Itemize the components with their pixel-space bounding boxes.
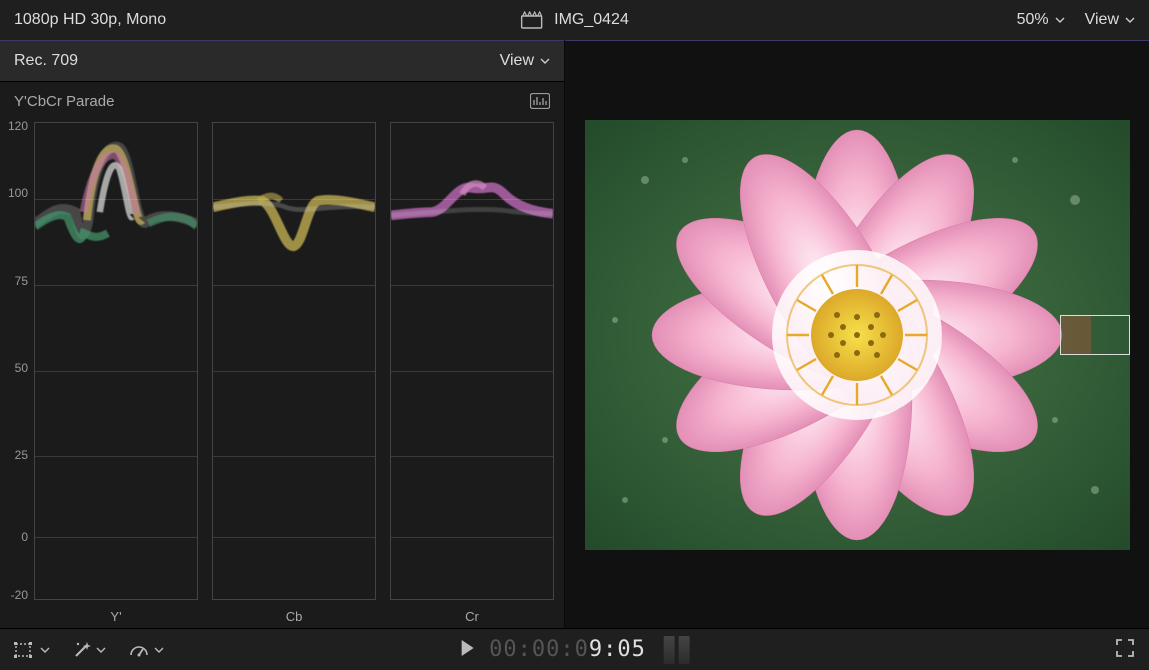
y-tick: 50 (15, 361, 28, 375)
y-tick: -20 (11, 588, 28, 602)
clip-icon (520, 11, 542, 29)
enhance-tool-dropdown[interactable] (72, 640, 106, 660)
y-tick: 100 (8, 186, 28, 200)
scope-y-axis: 120 100 75 50 25 0 -20 (0, 116, 32, 600)
scopes-body: 120 100 75 50 25 0 -20 (0, 116, 564, 628)
view-label: View (1085, 11, 1119, 29)
y-tick: 25 (15, 448, 28, 462)
retime-tool-dropdown[interactable] (128, 641, 164, 659)
chevron-down-icon (1055, 17, 1065, 23)
parade-cell-cr[interactable] (390, 122, 554, 600)
main-area: Rec. 709 View Y'CbCr Parade 120 100 7 (0, 40, 1149, 628)
channel-label-cr: Cr (390, 609, 554, 624)
clip-name: IMG_0424 (554, 11, 629, 29)
transport-controls: 00:00:09:05 (459, 636, 690, 664)
waveform-cr (391, 123, 553, 285)
transform-tool-dropdown[interactable] (14, 641, 50, 659)
fullscreen-button[interactable] (1115, 638, 1135, 661)
waveform-cb (213, 123, 375, 285)
parade-cell-y[interactable] (34, 122, 198, 600)
chevron-down-icon (40, 647, 50, 653)
timecode-bright: 9:05 (589, 637, 646, 662)
preview-image (585, 120, 1130, 550)
y-tick: 120 (8, 119, 28, 133)
channel-label-row: Y' Cb Cr (34, 609, 554, 624)
chevron-down-icon (1125, 17, 1135, 23)
channel-label-y: Y' (34, 609, 198, 624)
timecode-display[interactable]: 00:00:09:05 (489, 637, 646, 662)
scope-settings-icon[interactable] (530, 93, 550, 109)
chevron-down-icon (540, 58, 550, 64)
timecode-dim: 00:00:0 (489, 637, 589, 662)
parade-row (34, 122, 554, 600)
audio-meter[interactable] (664, 636, 690, 664)
zoom-value: 50% (1017, 11, 1049, 29)
color-space-label: Rec. 709 (14, 52, 78, 70)
scopes-view-label: View (500, 52, 534, 70)
y-tick: 75 (15, 274, 28, 288)
scopes-subheader: Y'CbCr Parade (0, 82, 564, 116)
scopes-header: Rec. 709 View (0, 40, 564, 82)
viewer-top-bar: 1080p HD 30p, Mono IMG_0424 50% View (0, 0, 1149, 40)
clip-title-group: IMG_0424 (520, 11, 629, 29)
y-tick: 0 (21, 530, 28, 544)
scope-mode-label: Y'CbCr Parade (14, 93, 114, 110)
scopes-view-dropdown[interactable]: View (500, 52, 550, 70)
channel-label-cb: Cb (212, 609, 376, 624)
parade-cell-cb[interactable] (212, 122, 376, 600)
zoom-dropdown[interactable]: 50% (1017, 11, 1065, 29)
bottom-toolbar: 00:00:09:05 (0, 628, 1149, 670)
chevron-down-icon (154, 647, 164, 653)
waveform-y (35, 123, 197, 285)
viewer-panel[interactable] (565, 40, 1149, 628)
chevron-down-icon (96, 647, 106, 653)
viewer-view-dropdown[interactable]: View (1085, 11, 1135, 29)
format-label: 1080p HD 30p, Mono (14, 11, 166, 29)
play-button[interactable] (459, 639, 475, 660)
video-scopes-panel: Rec. 709 View Y'CbCr Parade 120 100 7 (0, 40, 565, 628)
selection-marker[interactable] (1060, 315, 1130, 355)
